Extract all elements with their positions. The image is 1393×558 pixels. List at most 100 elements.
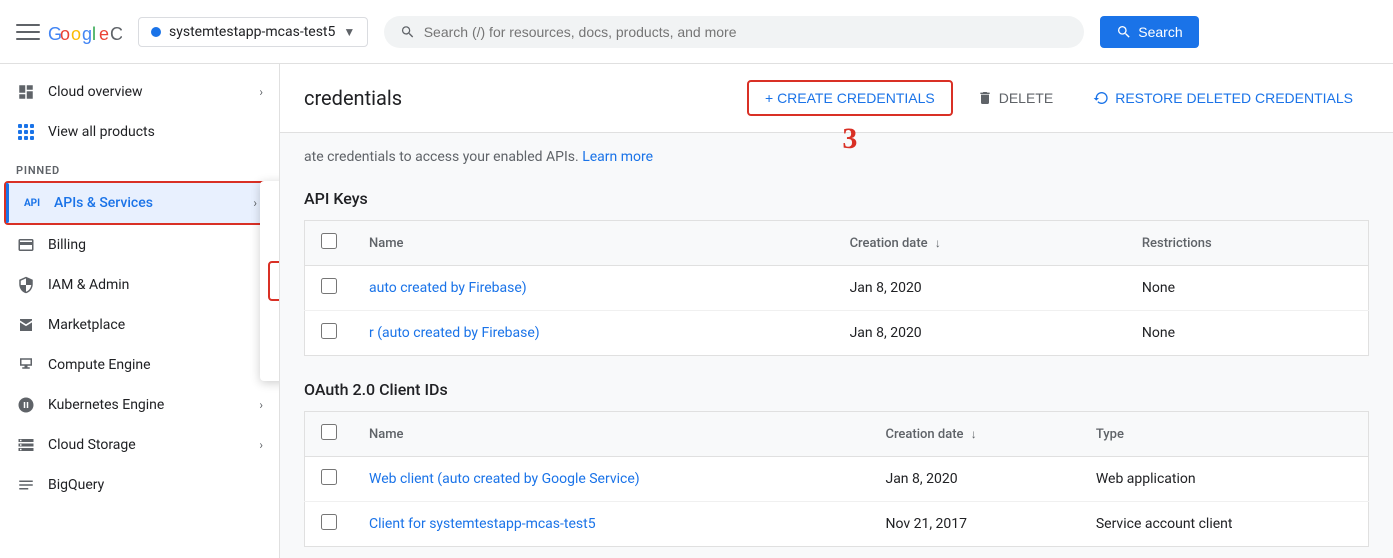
content-body: ate credentials to access your enabled A…: [280, 133, 1393, 558]
chevron-down-icon: ▼: [343, 25, 355, 39]
api-keys-title: API Keys: [304, 189, 1369, 208]
oauth-type-cell: Web application: [1080, 457, 1369, 502]
oauth-header-row: Name Creation date ↓ Type: [305, 412, 1369, 457]
kubernetes-chevron: ›: [259, 398, 263, 412]
project-selector[interactable]: systemtestapp-mcas-test5 ▼: [138, 17, 368, 47]
table-row: Client for systemtestapp-mcas-test5 Nov …: [305, 502, 1369, 547]
oauth-creation-col[interactable]: Creation date ↓: [869, 412, 1079, 457]
table-row: Web client (auto created by Google Servi…: [305, 457, 1369, 502]
storage-icon: [16, 435, 36, 455]
dropdown-oauth[interactable]: OAuth consent screen: [260, 301, 280, 337]
view-all-icon: [16, 122, 36, 142]
api-key-name-link-2[interactable]: r (auto created by Firebase): [369, 325, 540, 341]
select-all-api-keys[interactable]: [321, 233, 337, 249]
kubernetes-icon: [16, 395, 36, 415]
sidebar-item-billing[interactable]: Billing: [0, 225, 279, 265]
search-input[interactable]: [424, 24, 1069, 40]
table-row: r (auto created by Firebase) Jan 8, 2020…: [305, 311, 1369, 356]
view-all-label: View all products: [48, 124, 263, 140]
api-key-restrictions-cell-2: None: [1126, 311, 1369, 356]
sidebar-item-storage[interactable]: Cloud Storage ›: [0, 425, 279, 465]
hamburger-icon[interactable]: [16, 20, 40, 44]
learn-more-link[interactable]: Learn more: [582, 149, 653, 165]
bigquery-label: BigQuery: [48, 477, 263, 493]
toolbar: + CREATE CREDENTIALS 3 DELETE RESTORE DE…: [747, 80, 1369, 116]
svg-text:Cloud: Cloud: [110, 24, 122, 44]
info-text: ate credentials to access your enabled A…: [304, 149, 1369, 165]
active-border: [6, 183, 9, 223]
sidebar-item-kubernetes[interactable]: Kubernetes Engine ›: [0, 385, 279, 425]
create-credentials-button[interactable]: + CREATE CREDENTIALS: [747, 80, 953, 116]
apis-chevron: ›: [253, 196, 257, 210]
api-key-name-link[interactable]: auto created by Firebase): [369, 280, 527, 296]
oauth-table: Name Creation date ↓ Type: [304, 411, 1369, 547]
oauth-row-checkbox[interactable]: [321, 469, 337, 485]
project-name: systemtestapp-mcas-test5: [169, 24, 335, 40]
api-key-name-cell: r (auto created by Firebase): [353, 311, 834, 356]
dropdown-library[interactable]: Library: [260, 225, 280, 261]
api-keys-header-row: Name Creation date ↓ Restrictions: [305, 221, 1369, 266]
apis-services-container: API APIs & Services › 1 Enabled APIs & s…: [0, 181, 279, 225]
iam-label: IAM & Admin: [48, 277, 247, 293]
row-checkbox-cell: [305, 311, 354, 356]
svg-text:l: l: [92, 24, 96, 44]
content-header: credentials + CREATE CREDENTIALS 3 DELET…: [280, 64, 1393, 133]
oauth-type-col: Type: [1080, 412, 1369, 457]
kubernetes-label: Kubernetes Engine: [48, 397, 247, 413]
api-keys-creation-col[interactable]: Creation date ↓: [834, 221, 1126, 266]
select-all-oauth[interactable]: [321, 424, 337, 440]
row-checkbox[interactable]: [321, 278, 337, 294]
sidebar-item-apis-services[interactable]: API APIs & Services › 1: [4, 181, 275, 225]
billing-icon: [16, 235, 36, 255]
sidebar-item-compute[interactable]: Compute Engine ›: [0, 345, 279, 385]
delete-button[interactable]: DELETE: [961, 82, 1069, 114]
bigquery-icon: [16, 475, 36, 495]
svg-text:g: g: [82, 24, 92, 44]
restore-icon: [1093, 90, 1109, 106]
oauth-row-checkbox-2[interactable]: [321, 514, 337, 530]
iam-icon: [16, 275, 36, 295]
row-checkbox[interactable]: [321, 323, 337, 339]
sidebar-item-iam[interactable]: IAM & Admin ›: [0, 265, 279, 305]
oauth-checkbox-col: [305, 412, 354, 457]
marketplace-icon: [16, 315, 36, 335]
dropdown-enabled-apis[interactable]: Enabled APIs & services: [260, 189, 280, 225]
api-keys-checkbox-col: [305, 221, 354, 266]
sidebar-item-marketplace[interactable]: Marketplace: [0, 305, 279, 345]
grid-icon: [18, 124, 34, 140]
dropdown-credentials[interactable]: Credentials 2: [268, 261, 280, 301]
page-title: credentials: [304, 86, 402, 110]
oauth-name-cell-2: Client for systemtestapp-mcas-test5: [353, 502, 869, 547]
api-keys-table: Name Creation date ↓ Restrictions: [304, 220, 1369, 356]
oauth-name-link[interactable]: Web client (auto created by Google Servi…: [369, 471, 640, 487]
billing-label: Billing: [48, 237, 263, 253]
apis-dropdown-menu: Enabled APIs & services Library Credenti…: [260, 181, 280, 381]
delete-icon: [977, 90, 993, 106]
search-button[interactable]: Search: [1100, 16, 1198, 48]
search-icon-bar: [400, 24, 415, 40]
search-bar: [384, 16, 1084, 48]
header-logo: G o o g l e Cloud: [16, 20, 122, 44]
restore-button[interactable]: RESTORE DELETED CREDENTIALS: [1077, 82, 1369, 114]
pinned-label: PINNED: [0, 152, 279, 181]
cloud-overview-icon: [16, 82, 36, 102]
compute-label: Compute Engine: [48, 357, 247, 373]
api-key-name-cell: auto created by Firebase): [353, 266, 834, 311]
oauth-name-col: Name: [353, 412, 869, 457]
oauth-title: OAuth 2.0 Client IDs: [304, 380, 1369, 399]
dropdown-page-usage[interactable]: Page usage agreements: [260, 337, 280, 373]
sidebar-item-cloud-overview[interactable]: Cloud overview ›: [0, 72, 279, 112]
oauth-name-link-2[interactable]: Client for systemtestapp-mcas-test5: [369, 516, 596, 532]
sidebar-item-bigquery[interactable]: BigQuery: [0, 465, 279, 505]
sidebar-item-view-all[interactable]: View all products: [0, 112, 279, 152]
storage-label: Cloud Storage: [48, 437, 247, 453]
logo-text: G o o g l e Cloud: [48, 20, 122, 44]
svg-text:o: o: [71, 24, 81, 44]
header: G o o g l e Cloud systemtestapp-mcas-tes…: [0, 0, 1393, 64]
project-dot: [151, 27, 161, 37]
oauth-checkbox-cell-2: [305, 502, 354, 547]
marketplace-label: Marketplace: [48, 317, 263, 333]
apis-icon: API: [22, 193, 42, 213]
sort-icon-oauth: ↓: [971, 427, 977, 441]
oauth-date-cell: Jan 8, 2020: [869, 457, 1079, 502]
